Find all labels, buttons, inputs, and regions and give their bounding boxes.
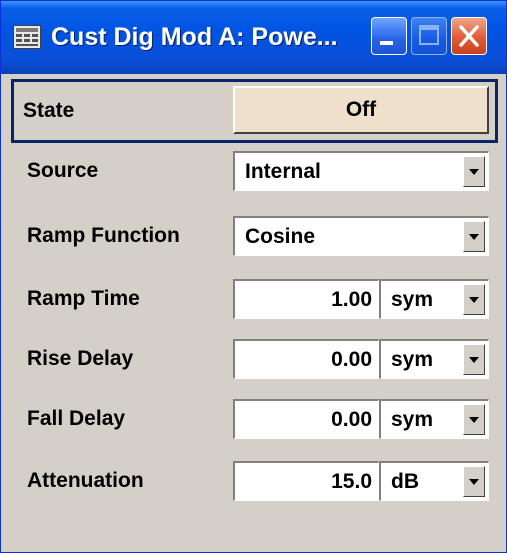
- ramp-time-unit: sym: [391, 287, 434, 311]
- chevron-down-icon[interactable]: [463, 404, 485, 435]
- rise-delay-input[interactable]: 0.00: [233, 339, 379, 379]
- attenuation-unit: dB: [391, 469, 419, 493]
- fall-delay-unit: sym: [391, 407, 434, 431]
- ramp-time-unit-select[interactable]: sym: [379, 279, 489, 319]
- chevron-down-icon[interactable]: [463, 221, 485, 252]
- ramp-time-label: Ramp Time: [27, 287, 140, 310]
- ramp-function-value: Cosine: [245, 224, 316, 248]
- minimize-button[interactable]: [371, 17, 407, 55]
- window-title: Cust Dig Mod A: Powe...: [51, 23, 338, 51]
- minimize-icon: [380, 41, 393, 45]
- source-label: Source: [27, 159, 99, 182]
- maximize-icon: [419, 25, 439, 45]
- rise-delay-unit: sym: [391, 347, 434, 371]
- attenuation-input[interactable]: 15.0: [233, 461, 379, 501]
- app-window-icon: [13, 25, 41, 49]
- ramp-time-value: 1.00: [331, 287, 372, 311]
- rise-delay-value: 0.00: [331, 347, 372, 371]
- ramp-function-label: Ramp Function: [27, 224, 180, 247]
- chevron-down-icon[interactable]: [463, 344, 485, 375]
- attenuation-unit-select[interactable]: dB: [379, 461, 489, 501]
- chevron-down-icon[interactable]: [463, 284, 485, 315]
- close-button[interactable]: [451, 17, 487, 55]
- chevron-down-icon[interactable]: [463, 156, 485, 187]
- state-toggle-button[interactable]: Off: [233, 86, 489, 134]
- dialog-window: Cust Dig Mod A: Powe... State Off Source…: [0, 0, 507, 553]
- ramp-time-input[interactable]: 1.00: [233, 279, 379, 319]
- fall-delay-unit-select[interactable]: sym: [379, 399, 489, 439]
- ramp-function-select[interactable]: Cosine: [233, 216, 489, 256]
- close-icon: [459, 25, 479, 47]
- chevron-down-icon[interactable]: [463, 466, 485, 497]
- attenuation-label: Attenuation: [27, 469, 144, 492]
- state-label: State: [23, 99, 75, 122]
- title-bar[interactable]: Cust Dig Mod A: Powe...: [1, 1, 506, 74]
- attenuation-value: 15.0: [331, 469, 372, 493]
- source-select[interactable]: Internal: [233, 151, 489, 191]
- rise-delay-label: Rise Delay: [27, 347, 134, 370]
- rise-delay-unit-select[interactable]: sym: [379, 339, 489, 379]
- maximize-button[interactable]: [411, 17, 447, 55]
- fall-delay-label: Fall Delay: [27, 407, 126, 430]
- fall-delay-value: 0.00: [331, 407, 372, 431]
- fall-delay-input[interactable]: 0.00: [233, 399, 379, 439]
- source-value: Internal: [245, 159, 321, 183]
